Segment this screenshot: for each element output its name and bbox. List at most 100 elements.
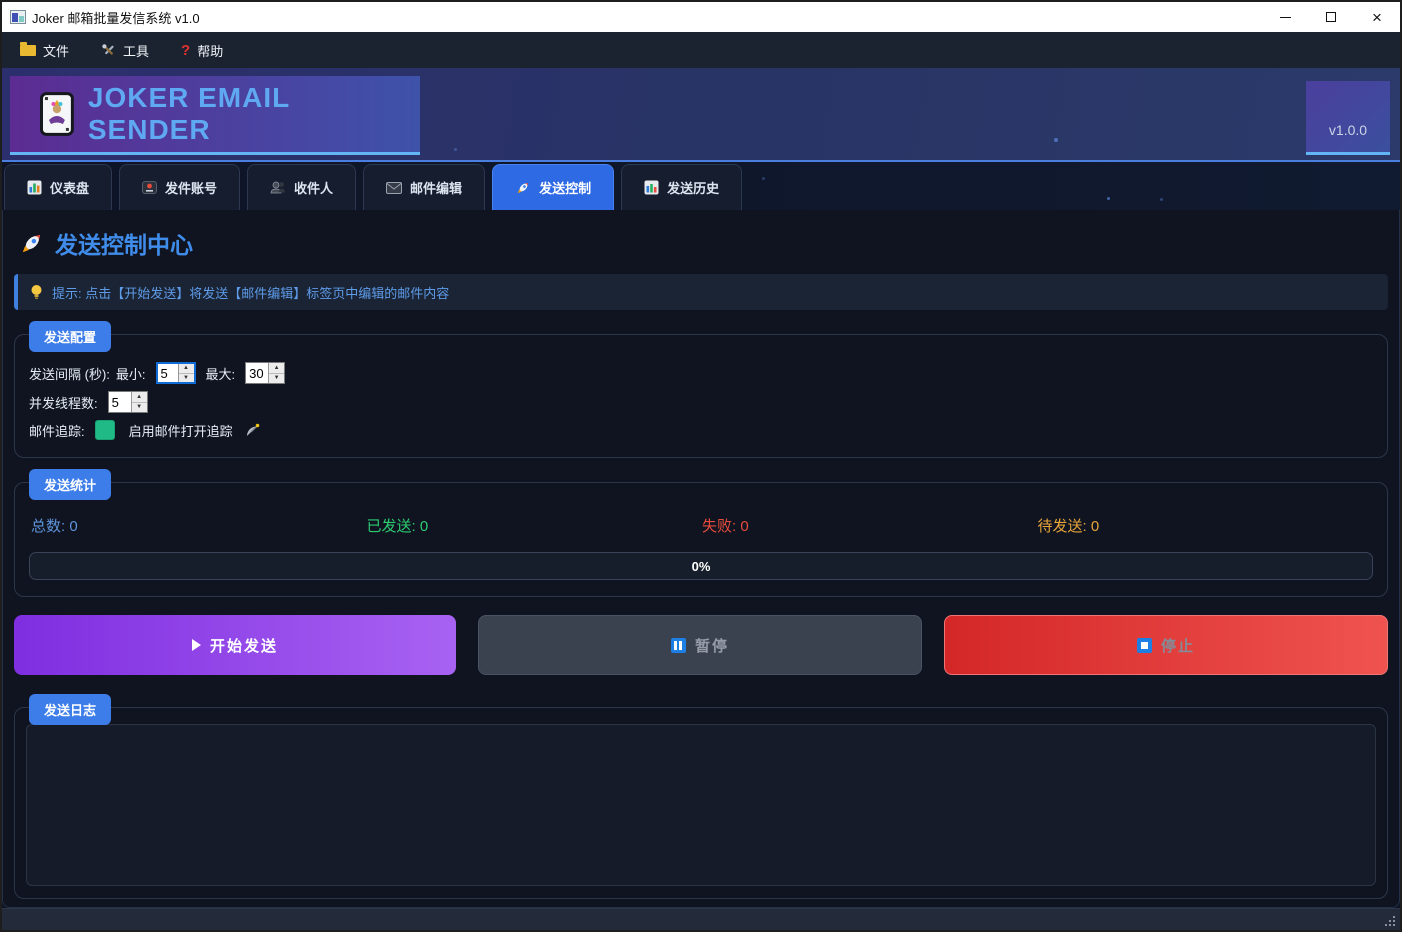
threads-row: 并发线程数: ▲ ▼ [29,391,1373,413]
spin-down-icon[interactable]: ▼ [269,374,284,384]
start-send-label: 开始发送 [210,635,278,656]
minimize-icon [1280,17,1291,18]
title-bar: Joker 邮箱批量发信系统 v1.0 × [2,2,1400,32]
stop-button[interactable]: 停止 [944,615,1388,675]
menu-help-label: 帮助 [197,41,223,60]
maximize-button[interactable] [1308,2,1354,32]
tracking-label: 邮件追踪: [29,421,85,440]
tab-label: 仪表盘 [50,178,89,197]
app-icon [10,10,26,24]
close-button[interactable]: × [1354,2,1400,32]
spin-up-icon[interactable]: ▲ [132,392,147,403]
pause-button[interactable]: 暂停 [478,615,922,675]
tip-text: 提示: 点击【开始发送】将发送【邮件编辑】标签页中编辑的邮件内容 [52,283,449,302]
send-stats-group: 发送统计 总数: 0 已发送: 0 失败: 0 待发送: 0 0% [14,482,1388,597]
min-interval-spinbox: ▲ ▼ [156,362,196,384]
spin-down-icon[interactable]: ▼ [179,374,194,383]
stat-total: 总数: 0 [31,515,367,536]
rocket-icon [18,230,45,257]
tab-bar: 仪表盘 发件账号 收件人 邮件编辑 [2,162,1400,210]
progress-text: 0% [30,553,1372,579]
start-send-button[interactable]: 开始发送 [14,615,456,675]
tab-label: 收件人 [294,178,333,197]
send-stats-badge: 发送统计 [29,469,111,500]
menu-help[interactable]: ? 帮助 [167,35,237,66]
menu-file[interactable]: 文件 [6,35,83,66]
tab-label: 发送历史 [667,178,719,197]
stop-label: 停止 [1161,635,1195,656]
stat-pending: 待发送: 0 [1038,515,1374,536]
send-log-badge: 发送日志 [29,694,111,725]
tracking-row: 邮件追踪: 启用邮件打开追踪 [29,420,1373,440]
max-interval-input[interactable] [246,363,268,383]
max-label: 最大: [206,364,236,383]
minimize-button[interactable] [1262,2,1308,32]
resize-grip-icon[interactable] [1393,924,1395,926]
decorative-dot [762,177,765,180]
play-icon [192,639,201,651]
spin-down-icon[interactable]: ▼ [132,403,147,413]
tab-sender-accounts[interactable]: 发件账号 [119,164,240,210]
min-interval-input[interactable] [158,364,178,382]
folder-icon [20,45,36,56]
interval-label: 发送间隔 (秒): [29,364,110,383]
tab-dashboard[interactable]: 仪表盘 [4,164,112,210]
app-window: Joker 邮箱批量发信系统 v1.0 × 文件 工具 ? 帮助 [0,0,1402,932]
window-title: Joker 邮箱批量发信系统 v1.0 [32,8,200,27]
maximize-icon [1326,12,1336,22]
tab-label: 邮件编辑 [410,178,462,197]
progress-bar: 0% [29,552,1373,580]
menu-tools[interactable]: 工具 [87,35,163,66]
send-log-area[interactable] [26,724,1376,886]
page-title-row: 发送控制中心 [18,226,1388,260]
pause-label: 暂停 [695,635,729,656]
threads-spinbox: ▲ ▼ [108,391,148,413]
rocket-icon [515,180,531,196]
envelope-icon [386,182,402,194]
version-badge: v1.0.0 [1306,81,1390,155]
joker-card-icon [40,92,74,136]
stat-failed: 失败: 0 [702,515,1038,536]
send-config-badge: 发送配置 [29,321,111,352]
send-config-group: 发送配置 发送间隔 (秒): 最小: ▲ ▼ 最大: ▲ ▼ [14,334,1388,458]
question-icon: ? [181,42,190,59]
tab-email-editor[interactable]: 邮件编辑 [363,164,485,210]
status-bar [2,908,1400,930]
tab-label: 发送控制 [539,178,591,197]
bulb-icon [30,284,43,300]
app-title: JOKER EMAIL SENDER [88,82,420,146]
tab-send-history[interactable]: 发送历史 [621,164,742,210]
tab-label: 发件账号 [165,178,217,197]
bar-chart-icon [27,180,42,195]
app-banner: JOKER EMAIL SENDER [10,76,420,155]
header-banner: JOKER EMAIL SENDER v1.0.0 [2,68,1400,162]
tab-recipients[interactable]: 收件人 [247,164,356,210]
tab-send-control[interactable]: 发送控制 [492,164,614,210]
satellite-icon [245,422,261,438]
threads-label: 并发线程数: [29,393,98,412]
tip-bar: 提示: 点击【开始发送】将发送【邮件编辑】标签页中编辑的邮件内容 [14,274,1388,310]
spin-up-icon[interactable]: ▲ [179,364,194,374]
people-icon [270,180,286,195]
action-buttons-row: 开始发送 暂停 停止 [14,615,1388,675]
min-label: 最小: [116,364,146,383]
send-log-group: 发送日志 [14,707,1388,899]
version-label: v1.0.0 [1329,122,1367,138]
pause-icon [671,638,686,653]
tools-icon [101,43,116,58]
max-interval-spinbox: ▲ ▼ [245,362,285,384]
stat-sent: 已发送: 0 [367,515,703,536]
tracking-checkbox-label: 启用邮件打开追踪 [129,421,233,440]
spin-up-icon[interactable]: ▲ [269,363,284,374]
threads-input[interactable] [109,392,131,412]
decorative-dot [1107,197,1110,200]
bar-chart-icon [644,180,659,195]
tracking-checkbox[interactable] [95,420,115,440]
send-control-panel: 发送控制中心 提示: 点击【开始发送】将发送【邮件编辑】标签页中编辑的邮件内容 … [2,210,1400,908]
menu-tools-label: 工具 [123,41,149,60]
stats-row: 总数: 0 已发送: 0 失败: 0 待发送: 0 [31,515,1373,536]
decorative-dot [454,148,457,151]
menu-file-label: 文件 [43,41,69,60]
decorative-dot [1054,138,1058,142]
page-title: 发送控制中心 [55,226,193,260]
